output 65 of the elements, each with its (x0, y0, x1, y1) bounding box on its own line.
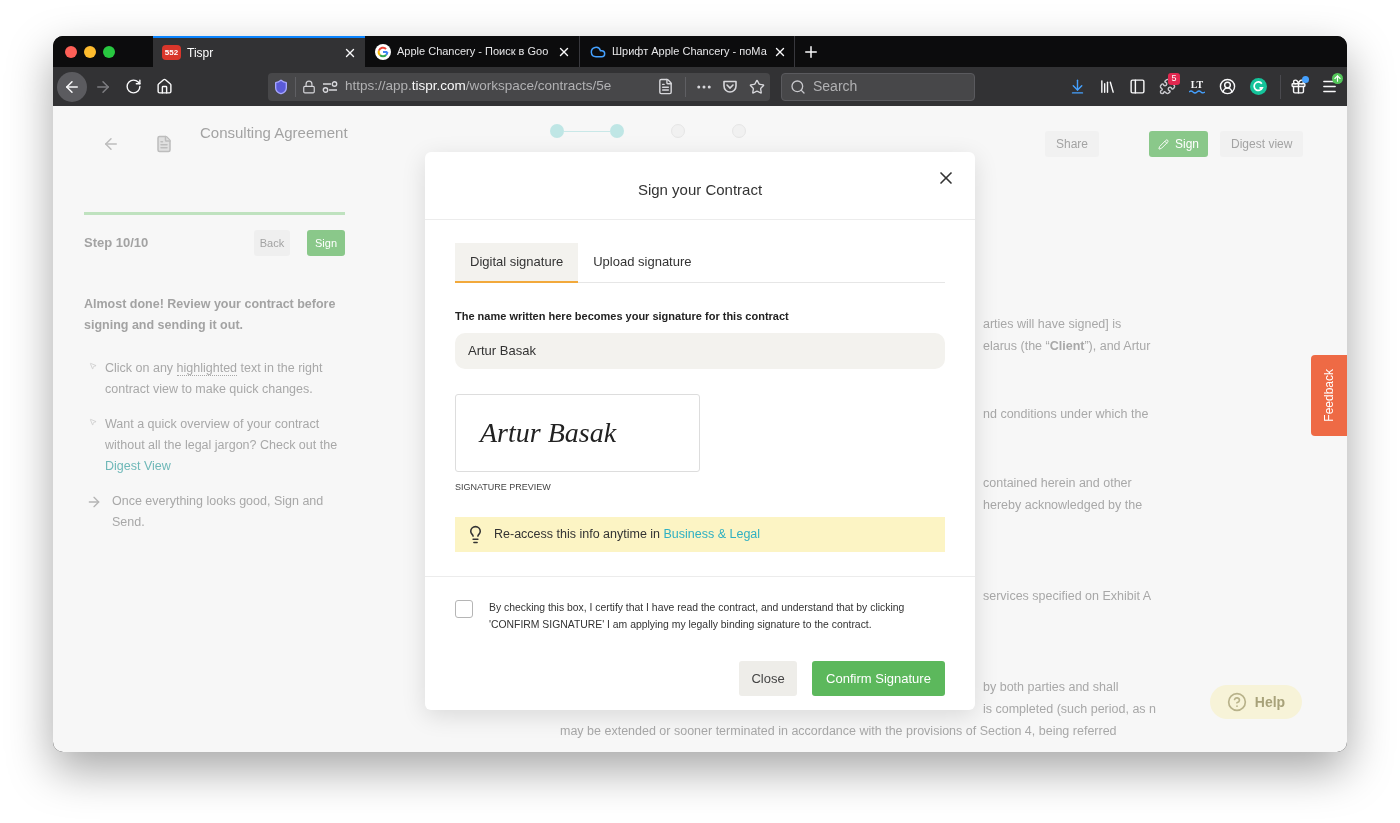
document-text-line: hereby acknowledged by the (983, 497, 1143, 514)
window-close-icon[interactable] (65, 45, 77, 58)
close-button[interactable]: Close (739, 661, 797, 696)
info-text: Re-access this info anytime in Business & Legal (494, 526, 761, 544)
g-circle-icon[interactable] (1250, 78, 1267, 95)
window-minimize-icon[interactable] (84, 45, 96, 58)
reader-view-icon[interactable] (657, 78, 674, 95)
browser-tab[interactable]: 552 Tispr (153, 36, 365, 67)
url-text: https://app.tispr.com/workspace/contracts/5e (345, 77, 613, 96)
preview-caption: SIGNATURE PREVIEW (455, 482, 552, 492)
field-label: The name written here becomes your signature for this contract (455, 309, 790, 323)
wave-icon (1189, 89, 1205, 94)
document-text-line: is completed (such period, as n (983, 701, 1156, 718)
pointer-icon (89, 418, 97, 426)
g-logo-icon (375, 43, 391, 60)
instructions-text: Almost done! Review your contract before signing and sending it out. (84, 296, 337, 334)
address-field[interactable]: https://app.tispr.com/workspace/contracts/5e (268, 72, 770, 101)
pencil-icon (1158, 138, 1169, 150)
help-button[interactable]: Help (1210, 685, 1302, 719)
consent-checkbox[interactable] (455, 600, 473, 618)
favicon-count-badge: 552 (162, 45, 181, 60)
tip-text: Click on any highlighted text in the right contract view to make quick changes. (105, 360, 324, 398)
shield-icon[interactable] (273, 78, 289, 95)
name-input[interactable]: Artur Basak (455, 333, 945, 369)
step-counter: Step 10/10 (84, 234, 150, 253)
document-text-line: by both parties and shall (983, 679, 1119, 696)
back-button[interactable] (57, 71, 87, 102)
feedback-tab[interactable]: Feedback (1311, 355, 1347, 436)
document-text-line: elarus (the “Client”), and Artur (983, 338, 1151, 355)
dialog-title: Sign your Contract (637, 179, 763, 200)
contract-title: Consulting Agreement (200, 124, 348, 141)
lock-icon[interactable] (302, 79, 316, 94)
gift-icon[interactable] (1289, 78, 1307, 95)
document-text-line: nd conditions under which the (983, 406, 1149, 423)
window-zoom-icon[interactable] (103, 45, 115, 58)
bookmark-chevron-icon[interactable] (722, 78, 738, 95)
search-field[interactable]: Search (781, 72, 975, 101)
star-icon[interactable] (749, 78, 765, 95)
pointer-icon (89, 362, 97, 370)
document-text-line: services specified on Exhibit A (983, 588, 1152, 605)
search-icon (790, 78, 806, 95)
signature-tab[interactable]: Upload signature (578, 243, 707, 283)
document-icon (155, 135, 173, 153)
tip-text: Want a quick overview of your contract without all the legal jargon? Check out the Digest View (105, 416, 339, 475)
header-button[interactable]: Digest view (1220, 131, 1304, 157)
tip-text: Once everything looks good, Sign and Send. (112, 493, 325, 531)
reload-icon[interactable] (125, 78, 142, 95)
library-icon[interactable] (1098, 78, 1116, 95)
signature-tab[interactable]: Digital signature (455, 243, 579, 283)
help-icon (1226, 692, 1247, 712)
notification-count-badge: 5 (1168, 72, 1180, 85)
business-legal-link[interactable]: Business & Legal (663, 527, 761, 542)
sidebar-icon[interactable] (1128, 78, 1146, 95)
header-button[interactable]: Share (1045, 131, 1100, 157)
signature-preview: Artur Basak (455, 394, 700, 472)
language-tool-button[interactable]: LT (1189, 79, 1205, 94)
account-icon[interactable] (1219, 78, 1236, 95)
back-button[interactable]: Back (254, 230, 290, 256)
permissions-icon[interactable] (322, 80, 338, 93)
document-text-line: contained herein and other (983, 475, 1132, 492)
home-icon[interactable] (156, 78, 173, 95)
confirm-signature-button[interactable]: Confirm Signature (812, 661, 945, 696)
document-text-line: may be extended or sooner terminated in accordance with the provisions of Section 4, being referred (560, 723, 1117, 740)
document-text-line: arties will have signed] is (983, 316, 1122, 333)
consent-text: By checking this box, I certify that I have read the contract, and understand that by clicking 'CONFIRM SIGNATURE' I am applying my legally binding signature to the contract. (489, 601, 906, 632)
